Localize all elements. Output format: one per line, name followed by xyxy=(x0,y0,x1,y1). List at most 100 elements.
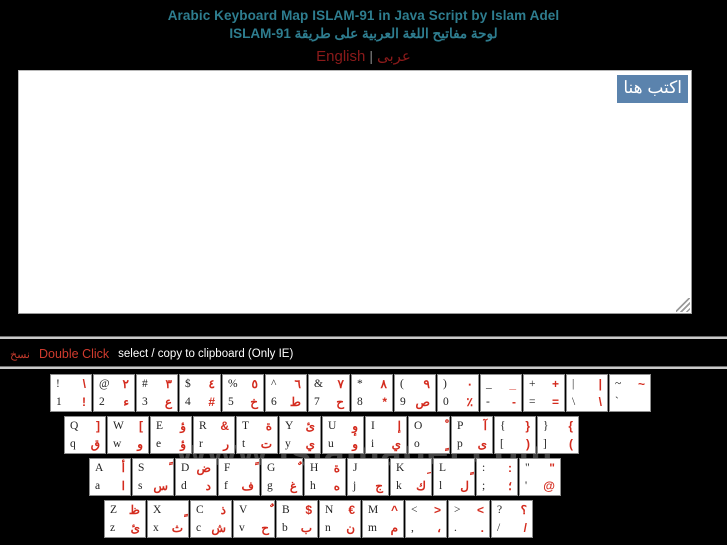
key-base-layer: aا xyxy=(90,477,130,495)
key-e[interactable]: Eؤeؤ xyxy=(150,416,192,454)
key-\[interactable]: | | \ \ xyxy=(566,374,608,412)
key-][interactable]: }}]) xyxy=(537,416,579,454)
key-base-layer: fف xyxy=(219,477,259,495)
key-arabic-base: @ xyxy=(543,479,555,493)
key-base-layer: gغ xyxy=(262,477,302,495)
key-arabic-shift: + xyxy=(551,377,559,391)
key-shift-layer: #٣ xyxy=(137,375,177,393)
key-h[interactable]: Hةhه xyxy=(304,458,346,496)
key-arabic-shift: ؤ xyxy=(180,419,186,433)
key-arabic-shift: أ xyxy=(121,461,125,475)
key-shift-layer: Gٌ xyxy=(262,459,302,477)
key-c[interactable]: Cذcش xyxy=(190,500,232,538)
key--[interactable]: _ _ - - xyxy=(480,374,522,412)
key-arabic-base: ش xyxy=(211,521,226,535)
key-d[interactable]: Dضdد xyxy=(175,458,217,496)
key-arabic-base: س xyxy=(153,479,168,493)
key-'[interactable]: " " ' @ xyxy=(519,458,561,496)
key-a[interactable]: Aأaا xyxy=(89,458,131,496)
key-latin-shift: R xyxy=(199,420,207,432)
key-;[interactable]: ::; ؛ xyxy=(476,458,518,496)
key-9[interactable]: (٩ 9 ص xyxy=(394,374,436,412)
key-m[interactable]: M ^ m م xyxy=(362,500,404,538)
key-arabic-base: و xyxy=(137,437,143,451)
key-shift-layer: Pآ xyxy=(452,417,492,435)
key-arabic-base: ق xyxy=(90,437,100,451)
key-latin-base: i xyxy=(371,438,375,450)
key-q[interactable]: Q[q ق xyxy=(64,416,106,454)
key-1[interactable]: ! \ 1! xyxy=(50,374,92,412)
key-latin-base: / xyxy=(497,522,501,534)
key-latin-base: 0 xyxy=(443,396,449,408)
key-arabic-base: ر xyxy=(223,437,229,451)
language-link-arabic[interactable]: عربى xyxy=(377,48,411,65)
key-t[interactable]: Tةtت xyxy=(236,416,278,454)
copy-hint-arabic[interactable]: نسخ xyxy=(10,348,30,361)
key-latin-base: r xyxy=(199,438,203,450)
key-arabic-shift: : xyxy=(508,461,512,475)
language-link-english[interactable]: English xyxy=(316,48,365,65)
key-5[interactable]: % ٥ 5 خ xyxy=(222,374,264,412)
key-arabic-base: ط xyxy=(289,395,301,409)
key-s[interactable]: Sًsس xyxy=(132,458,174,496)
key-/[interactable]: ? ؟ / / xyxy=(491,500,533,538)
key-arabic-base: # xyxy=(208,395,215,409)
resize-handle-icon[interactable] xyxy=(676,298,690,312)
arabic-text-input[interactable]: اكتب هنا xyxy=(18,70,692,314)
key-,[interactable]: < <, ، xyxy=(405,500,447,538)
key-base-layer: 8 * xyxy=(352,393,392,411)
key-v[interactable]: Vٌvح xyxy=(233,500,275,538)
key-i[interactable]: Iإiي xyxy=(365,416,407,454)
key-p[interactable]: Pآpى xyxy=(451,416,493,454)
key-r[interactable]: R & r ر xyxy=(193,416,235,454)
key-latin-base: y xyxy=(285,438,291,450)
key-k[interactable]: Kِkك xyxy=(390,458,432,496)
key-latin-shift: I xyxy=(371,420,375,432)
key-n[interactable]: N € n ن xyxy=(319,500,361,538)
key-shift-layer: $٤ xyxy=(180,375,220,393)
key-f[interactable]: Fًfف xyxy=(218,458,260,496)
key-arabic-base: ) xyxy=(569,437,573,451)
copy-hint: نسخ Double Click select / copy to clipbo… xyxy=(10,344,293,364)
page-title-english: Arabic Keyboard Map ISLAM-91 in Java Scr… xyxy=(167,8,560,23)
key-j[interactable]: Jjج xyxy=(347,458,389,496)
key-latin-base: 2 xyxy=(99,396,105,408)
key-o[interactable]: Oْoٍ xyxy=(408,416,450,454)
key-y[interactable]: Yئyي xyxy=(279,416,321,454)
key-latin-base: m xyxy=(368,522,377,534)
key-3[interactable]: #٣ 3 ع xyxy=(136,374,178,412)
key-l[interactable]: Lٍlل xyxy=(433,458,475,496)
key-arabic-shift: ٥ xyxy=(251,377,258,391)
key-latin-base: s xyxy=(138,480,143,492)
divider-top xyxy=(0,336,727,339)
key-=[interactable]: + + = = xyxy=(523,374,565,412)
key-arabic-shift: $ xyxy=(305,503,312,517)
key-b[interactable]: B $ b ب xyxy=(276,500,318,538)
key-x[interactable]: Xٍxث xyxy=(147,500,189,538)
key-latin-shift: Q xyxy=(70,420,79,432)
key-0[interactable]: ) ٠ 0 ٪ xyxy=(437,374,479,412)
key-shift-layer: U وٕ xyxy=(323,417,363,435)
key-4[interactable]: $٤ 4 # xyxy=(179,374,221,412)
key-latin-base: ] xyxy=(543,438,547,450)
key-latin-shift: M xyxy=(368,504,379,516)
key-[[interactable]: {{[( xyxy=(494,416,536,454)
key-z[interactable]: Zظzئ xyxy=(104,500,146,538)
key-7[interactable]: & ٧ 7 ح xyxy=(308,374,350,412)
key-2[interactable]: @٢ 2 ء xyxy=(93,374,135,412)
key-arabic-shift: ظ xyxy=(128,503,140,517)
key-latin-shift: $ xyxy=(185,378,191,390)
key-latin-base: e xyxy=(156,438,162,450)
key-w[interactable]: W] w و xyxy=(107,416,149,454)
key-shift-layer: R & xyxy=(194,417,234,435)
language-separator: | xyxy=(369,48,373,64)
key-arabic-shift: ٤ xyxy=(208,377,215,391)
key-latin-shift: < xyxy=(411,504,418,516)
key-.[interactable]: > >.. xyxy=(448,500,490,538)
key-8[interactable]: * ٨ 8 * xyxy=(351,374,393,412)
key-g[interactable]: Gٌgغ xyxy=(261,458,303,496)
key-u[interactable]: U وٕ u و xyxy=(322,416,364,454)
key-latin-base: v xyxy=(239,522,245,534)
key-`[interactable]: ~ ~ ` xyxy=(609,374,651,412)
key-6[interactable]: ^ ٦ 6 ط xyxy=(265,374,307,412)
